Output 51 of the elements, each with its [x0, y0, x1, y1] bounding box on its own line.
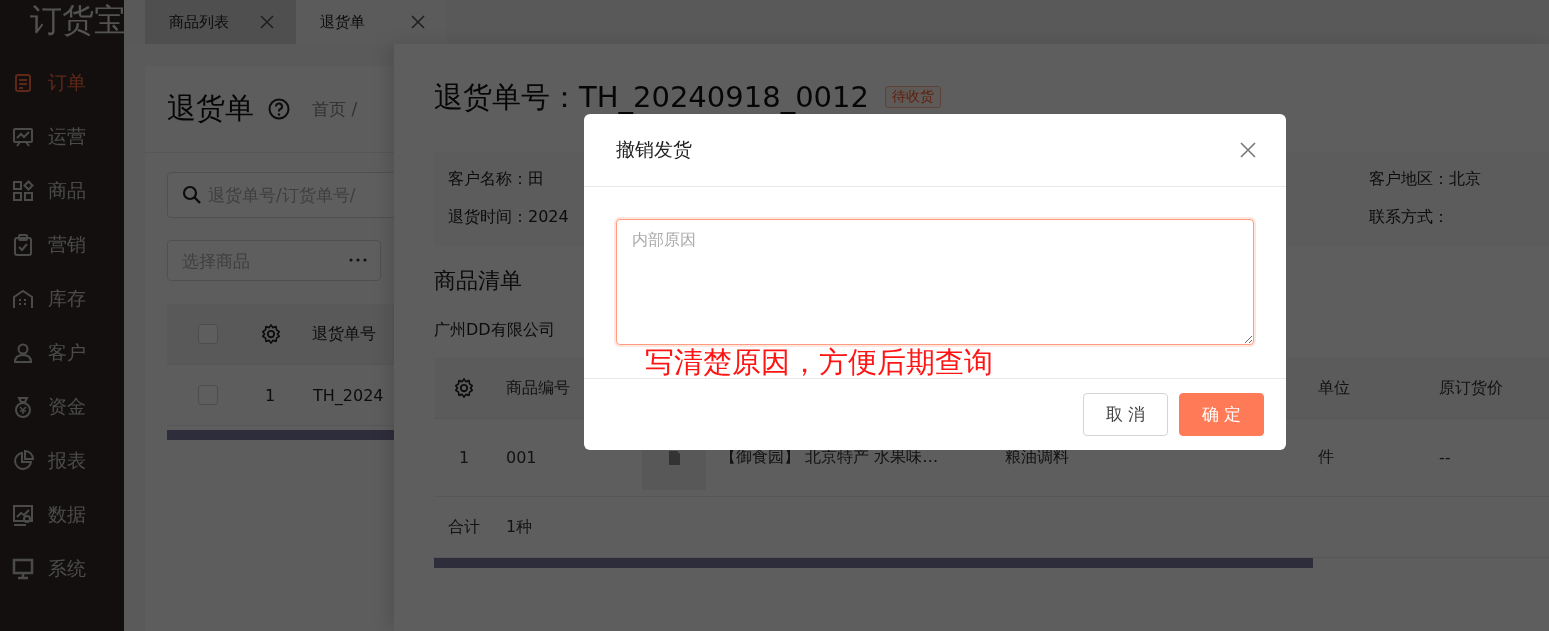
order-title: 退货单号：TH_20240918_0012 — [434, 80, 869, 114]
reason-field[interactable]: 内部原因 — [616, 219, 1254, 345]
column-header: 原订货价 — [1439, 377, 1504, 399]
info-text: 退货时间：2024 — [448, 206, 569, 228]
sidebar-icon — [12, 450, 34, 472]
confirm-button[interactable]: 确 定 — [1179, 393, 1264, 436]
tab[interactable]: 商品列表 — [145, 0, 296, 44]
more-icon[interactable] — [349, 258, 367, 262]
sidebar-icon — [12, 342, 34, 364]
status-tag: 待收货 — [884, 86, 941, 108]
sidebar-icon — [12, 396, 34, 418]
cancel-button[interactable]: 取 消 — [1083, 393, 1168, 436]
total-label: 合计 — [447, 516, 481, 538]
close-icon[interactable] — [411, 15, 425, 29]
sidebar-icon — [12, 288, 34, 310]
column-header: 商品编号 — [505, 377, 571, 399]
scrollbar[interactable] — [434, 558, 1313, 568]
column-header: 单位 — [1318, 377, 1351, 399]
search-icon — [182, 185, 202, 205]
dialog-title: 撤销发货 — [616, 137, 692, 162]
table-cell-text: 1 — [457, 448, 471, 467]
sidebar-icon — [12, 558, 34, 580]
logo: 订货宝 — [30, 0, 126, 40]
info-text: 联系方式： — [1369, 206, 1450, 228]
help-icon[interactable] — [268, 98, 290, 120]
sidebar-icon — [12, 72, 34, 94]
sidebar-icon — [12, 180, 34, 202]
tab-label: 商品列表 — [169, 12, 229, 32]
total-value: 1种 — [505, 516, 534, 538]
table-cell-text: 件 — [1318, 447, 1335, 468]
table-cell-text: 粮油调料 — [1005, 447, 1070, 468]
supplier-name: 广州DD有限公司 — [434, 320, 556, 341]
table-cell-text: 001 — [505, 448, 538, 467]
table-cell-text: 1 — [265, 385, 277, 405]
page-title: 退货单 — [167, 90, 254, 127]
sidebar-icon — [12, 126, 34, 148]
close-icon[interactable] — [1240, 142, 1256, 158]
sidebar-icon — [12, 504, 34, 526]
annotation-text: 写清楚原因，方便后期查询 — [645, 345, 993, 379]
settings-icon[interactable] — [453, 377, 475, 399]
info-text: 客户名称：田 — [448, 168, 545, 190]
sidebar-icon — [12, 234, 34, 256]
info-text: 客户地区：北京 — [1369, 168, 1482, 190]
table-cell: TH_2024 — [313, 385, 384, 405]
table-cell-text: -- — [1439, 448, 1452, 467]
settings-icon[interactable] — [260, 323, 282, 345]
column-header: 退货单号 — [312, 323, 376, 345]
close-icon[interactable] — [260, 15, 274, 29]
sidebar-item[interactable]: 订单 — [0, 56, 124, 110]
section-title: 商品清单 — [434, 267, 523, 295]
tab-label: 退货单 — [320, 12, 365, 32]
